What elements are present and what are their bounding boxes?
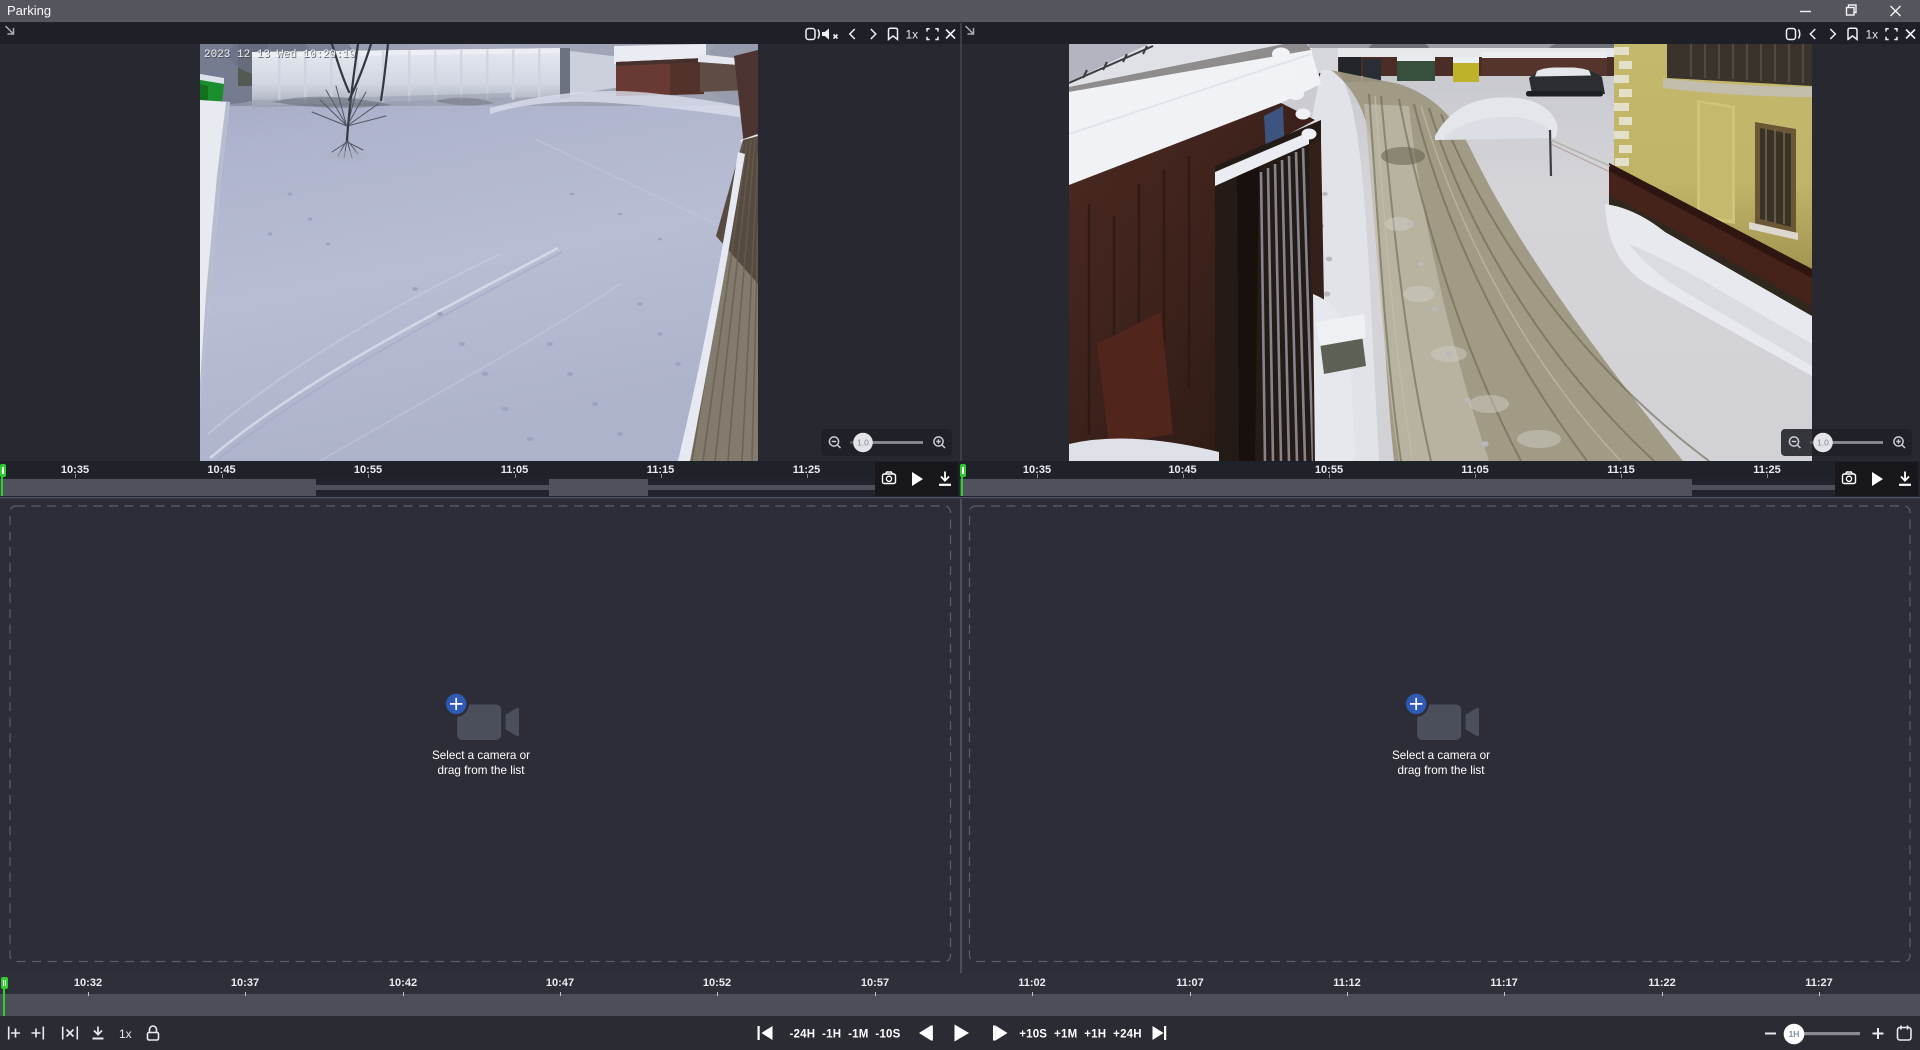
svg-text:1x: 1x (1866, 28, 1879, 42)
svg-text:+10S +1M +1H +24H: +10S +1M +1H +24H (1019, 1029, 1142, 1041)
svg-text:-24H -1H -1M -10S: -24H -1H -1M -10S (789, 1029, 900, 1041)
svg-text:1H: 1H (1789, 1029, 1800, 1039)
svg-text:2023 12 13 Wed 10:29:19: 2023 12 13 Wed 10:29:19 (204, 49, 356, 61)
svg-text:1x: 1x (906, 28, 919, 42)
svg-text:1.0: 1.0 (1817, 438, 1829, 448)
svg-text:1.0: 1.0 (857, 438, 869, 448)
svg-text:1x: 1x (119, 1027, 132, 1041)
